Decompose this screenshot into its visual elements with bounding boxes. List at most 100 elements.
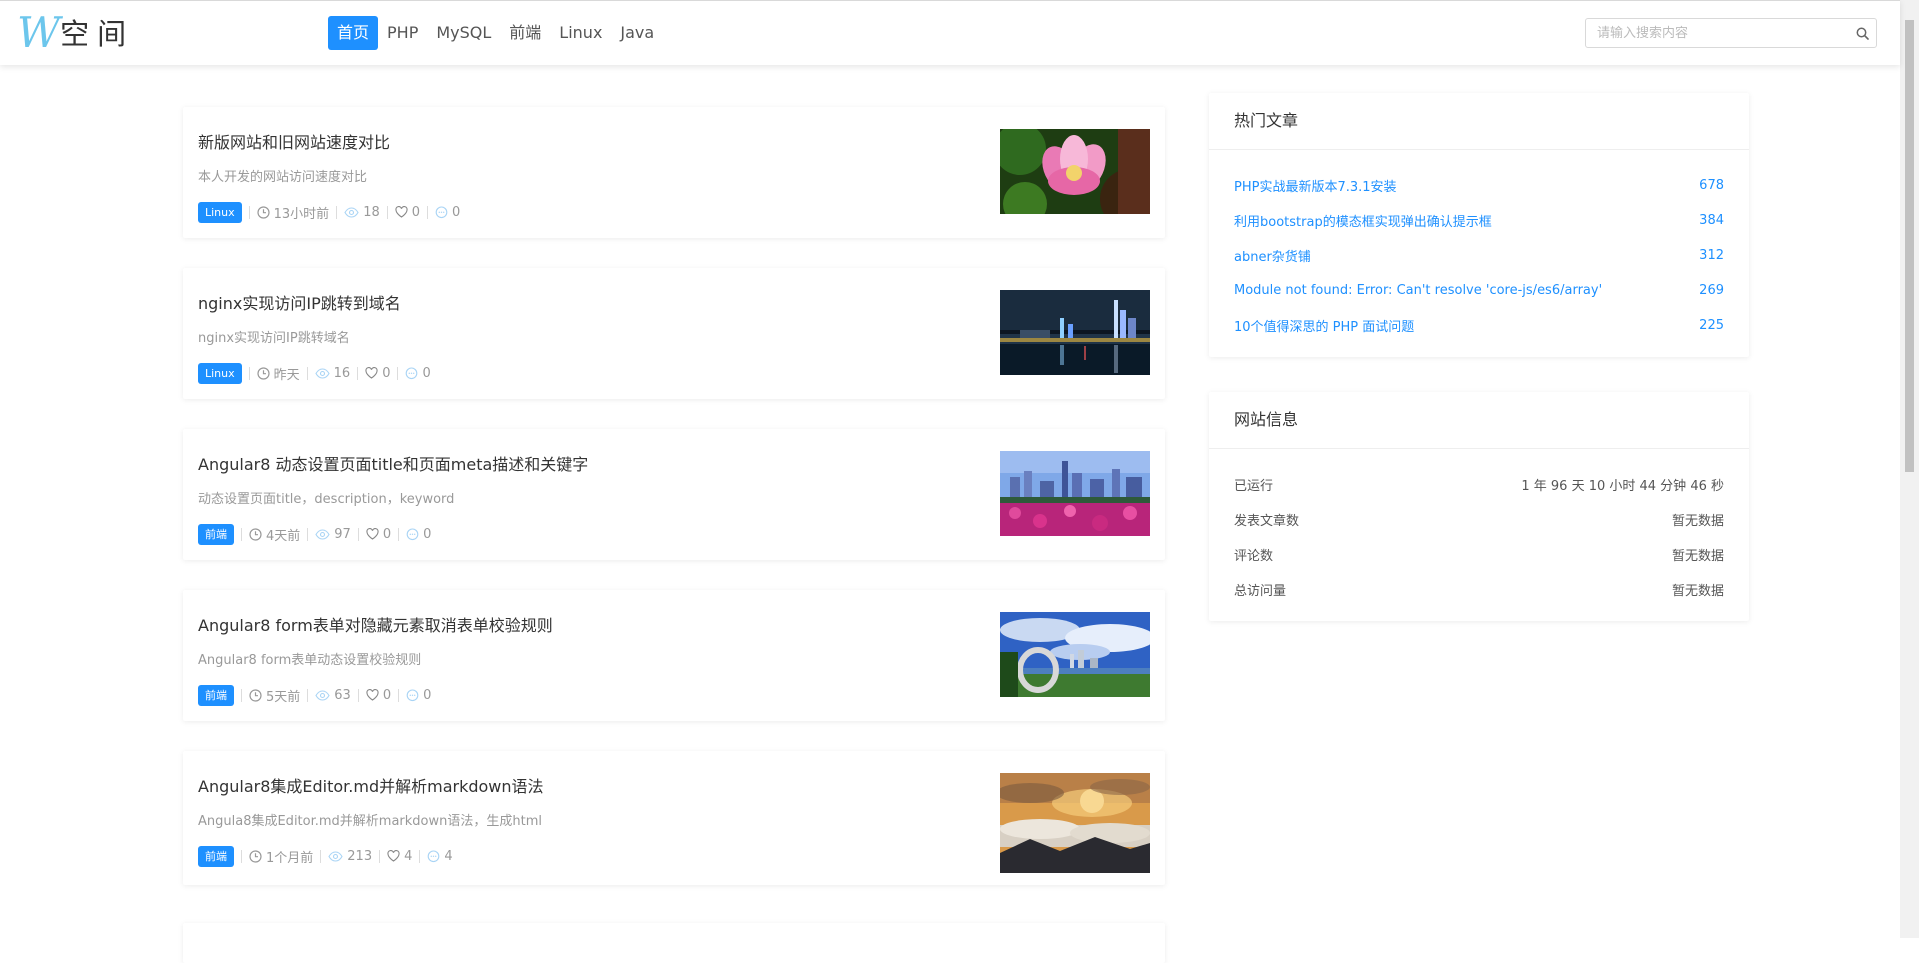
article-card[interactable]: Angular8 form表单对隐藏元素取消表单校验规则 Angular8 fo… — [183, 590, 1165, 721]
article-title[interactable]: Angular8 form表单对隐藏元素取消表单校验规则 — [198, 612, 553, 636]
eye-icon — [315, 689, 330, 701]
meta-divider — [306, 366, 308, 380]
hot-article-title[interactable]: 10个值得深思的 PHP 面试问题 — [1234, 316, 1414, 335]
like-count[interactable]: 0 — [395, 205, 420, 220]
article-thumbnail[interactable] — [1000, 290, 1150, 375]
article-title[interactable]: Angular8集成Editor.md并解析markdown语法 — [198, 773, 544, 797]
comments-text: 0 — [452, 204, 461, 220]
heart-icon — [395, 206, 408, 218]
comment-count[interactable]: 0 — [406, 527, 431, 542]
nav-home[interactable]: 首页 — [328, 16, 379, 50]
category-tag[interactable]: 前端 — [198, 684, 234, 706]
info-label: 已运行 — [1234, 479, 1274, 494]
eye-icon — [328, 850, 343, 862]
meta-divider — [248, 205, 250, 219]
info-row-uptime: 已运行 1 年 96 天 10 小时 44 分钟 46 秒 — [1234, 467, 1724, 502]
nav-java[interactable]: Java — [611, 16, 663, 50]
clock-icon — [249, 849, 262, 863]
article-desc: 本人开发的网站访问速度对比 — [198, 170, 368, 185]
category-tag[interactable]: 前端 — [198, 845, 234, 867]
article-thumbnail[interactable] — [1000, 612, 1150, 697]
category-tag[interactable]: Linux — [198, 362, 242, 384]
info-value: 暂无数据 — [1671, 514, 1724, 529]
comment-count[interactable]: 0 — [435, 205, 460, 220]
scrollbar-thumb[interactable] — [1905, 20, 1914, 472]
hot-article-title[interactable]: PHP实战最新版本7.3.1安装 — [1234, 176, 1397, 195]
meta-divider — [336, 205, 338, 219]
hot-article-item[interactable]: PHP实战最新版本7.3.1安装 678 — [1234, 168, 1724, 203]
article-card[interactable]: Angular8 动态设置页面title和页面meta描述和关键字 动态设置页面… — [183, 429, 1165, 560]
article-card[interactable]: nginx实现访问IP跳转到域名 nginx实现访问IP跳转域名 Linux 昨… — [183, 268, 1165, 399]
like-count[interactable]: 4 — [387, 849, 412, 864]
comment-count[interactable]: 0 — [405, 365, 431, 381]
like-count[interactable]: 0 — [366, 688, 391, 703]
logo-w-mark: W — [17, 8, 60, 57]
hot-article-title[interactable]: Module not found: Error: Can't resolve '… — [1234, 283, 1602, 298]
night-city-image — [1000, 290, 1150, 375]
hot-article-item[interactable]: 10个值得深思的 PHP 面试问题 225 — [1234, 308, 1724, 343]
search-icon[interactable] — [1848, 19, 1876, 47]
search-input[interactable] — [1586, 20, 1848, 46]
info-label: 总访问量 — [1234, 584, 1287, 599]
main-nav: 首页 PHP MySQL 前端 Linux Java — [328, 16, 663, 50]
article-thumbnail[interactable] — [1000, 451, 1150, 536]
article-card[interactable]: Angular8集成Editor.md并解析markdown语法 Angula8… — [183, 751, 1165, 885]
category-tag[interactable]: Linux — [198, 201, 242, 223]
nav-php[interactable]: PHP — [378, 16, 427, 50]
city-flowers-image — [1000, 451, 1150, 536]
hot-article-count: 269 — [1699, 283, 1724, 298]
comments-text: 0 — [422, 365, 431, 381]
info-label: 发表文章数 — [1234, 514, 1300, 529]
time-text: 1个月前 — [266, 850, 314, 866]
clock-icon — [257, 366, 270, 380]
info-value: 暂无数据 — [1671, 549, 1724, 564]
top-header: W 空间 首页 PHP MySQL 前端 Linux Java — [0, 0, 1900, 65]
comment-count[interactable]: 0 — [406, 688, 431, 703]
hot-article-item[interactable]: Module not found: Error: Can't resolve '… — [1234, 273, 1724, 308]
time-text: 4天前 — [266, 528, 301, 544]
view-count: 97 — [315, 527, 351, 542]
clock-icon — [249, 688, 262, 702]
panel-title: 热门文章 — [1209, 93, 1749, 150]
hot-article-title[interactable]: 利用bootstrap的模态框实现弹出确认提示框 — [1234, 211, 1492, 230]
article-meta: Linux 昨天 16 0 0 — [198, 362, 431, 384]
meta-divider — [241, 849, 242, 863]
nav-linux[interactable]: Linux — [550, 16, 611, 50]
article-card[interactable]: 新版网站和旧网站速度对比 本人开发的网站访问速度对比 Linux 13小时前 1… — [183, 107, 1165, 238]
nav-mysql[interactable]: MySQL — [427, 16, 500, 50]
category-tag[interactable]: 前端 — [198, 523, 234, 545]
like-count[interactable]: 0 — [365, 366, 390, 381]
hot-article-count: 678 — [1699, 178, 1724, 193]
views-text: 213 — [347, 848, 373, 864]
hot-article-item[interactable]: 利用bootstrap的模态框实现弹出确认提示框 384 — [1234, 203, 1724, 238]
like-count[interactable]: 0 — [366, 527, 391, 542]
meta-divider — [241, 688, 242, 702]
likes-text: 0 — [411, 204, 421, 220]
meta-divider — [357, 366, 359, 380]
comment-icon — [406, 366, 418, 379]
article-card-partial[interactable] — [183, 923, 1165, 963]
site-info-list: 已运行 1 年 96 天 10 小时 44 分钟 46 秒 发表文章数 暂无数据… — [1209, 449, 1749, 621]
site-logo[interactable]: W 空间 — [17, 8, 134, 57]
meta-divider — [307, 527, 309, 541]
info-value: 1 年 96 天 10 小时 44 分钟 46 秒 — [1521, 479, 1724, 494]
hot-article-item[interactable]: abner杂货铺 312 — [1234, 238, 1724, 273]
hot-article-title[interactable]: abner杂货铺 — [1234, 246, 1311, 265]
article-thumbnail[interactable] — [1000, 129, 1150, 214]
article-thumbnail[interactable] — [1000, 773, 1150, 873]
article-meta: Linux 13小时前 18 0 0 — [198, 201, 460, 223]
comment-count[interactable]: 4 — [427, 849, 453, 864]
page-scrollbar[interactable] — [1900, 0, 1919, 938]
sunset-clouds-image — [1000, 773, 1150, 873]
article-title[interactable]: 新版网站和旧网站速度对比 — [198, 129, 390, 153]
search-box — [1585, 18, 1877, 48]
comment-icon — [406, 527, 419, 540]
nav-frontend[interactable]: 前端 — [500, 16, 550, 50]
likes-text: 0 — [382, 526, 392, 542]
article-title[interactable]: nginx实现访问IP跳转到域名 — [198, 290, 401, 314]
time-text: 昨天 — [273, 367, 300, 383]
site-info-panel: 网站信息 已运行 1 年 96 天 10 小时 44 分钟 46 秒 发表文章数… — [1209, 392, 1749, 621]
article-title[interactable]: Angular8 动态设置页面title和页面meta描述和关键字 — [198, 451, 588, 475]
view-count: 63 — [315, 688, 351, 703]
eye-icon — [344, 206, 359, 218]
